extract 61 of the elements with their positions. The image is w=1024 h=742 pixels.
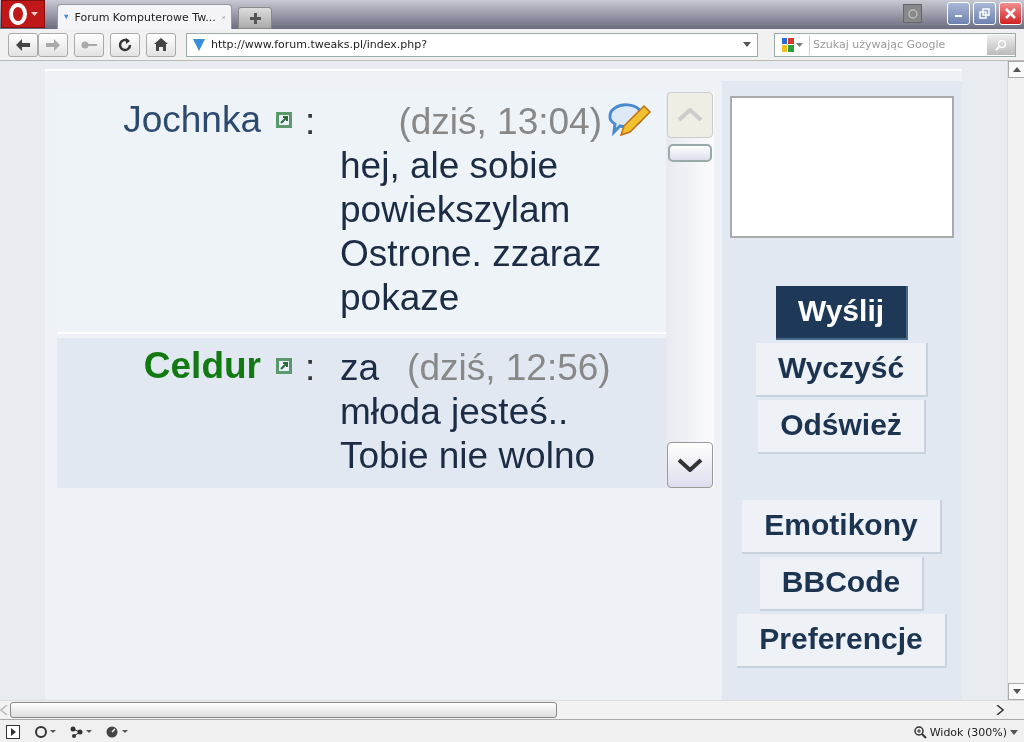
external-link-icon[interactable] — [275, 357, 293, 375]
close-button[interactable] — [999, 2, 1022, 25]
message-time: (dziś, 13:04) — [398, 100, 602, 144]
chevron-up-icon — [1012, 67, 1021, 72]
minimize-button[interactable] — [947, 2, 970, 25]
new-tab-button[interactable] — [238, 7, 272, 29]
network-icon[interactable] — [70, 726, 92, 738]
browser-menu-button[interactable] — [1, 0, 45, 28]
author-name[interactable]: Celdur — [143, 344, 261, 388]
restore-button[interactable] — [973, 2, 996, 25]
browser-tab[interactable]: Forum Komputerowe Tw... — [57, 4, 232, 29]
panel-toggle-icon[interactable] — [6, 725, 20, 739]
chevron-right-icon — [996, 705, 1004, 715]
g-logo-icon — [781, 37, 794, 52]
message-input[interactable] — [730, 96, 954, 238]
back-arrow-icon — [16, 38, 30, 51]
caret-icon — [1010, 729, 1018, 735]
chat-action-button[interactable]: Wyczyść — [755, 343, 929, 397]
zoom-icon — [913, 725, 927, 739]
close-icon — [1005, 8, 1016, 19]
chat-action-button[interactable]: Odśwież — [758, 400, 926, 454]
chat-tool-button[interactable]: Emotikony — [742, 500, 942, 554]
caret-icon — [30, 12, 38, 16]
restore-icon — [979, 8, 990, 19]
colon-separator: : — [304, 100, 317, 144]
reload-button[interactable] — [110, 32, 140, 57]
page-scrollbar[interactable] — [1007, 61, 1024, 700]
message-text: hej, ale sobie powiekszylam Ostrone. zzaraz pokaze — [340, 144, 603, 320]
colon-separator: : — [304, 346, 317, 390]
back-button[interactable] — [8, 32, 38, 57]
chevron-down-icon — [1012, 689, 1021, 694]
forward-arrow-icon — [46, 38, 60, 51]
address-field[interactable]: http://www.forum.tweaks.pl/index.php? — [186, 32, 758, 57]
speedometer-icon[interactable] — [106, 726, 128, 738]
chevron-down-icon — [677, 458, 703, 472]
chat-action-button[interactable]: Wyślij — [775, 286, 909, 340]
message-time: (dziś, 12:56) — [407, 346, 611, 390]
scroll-down-button[interactable] — [667, 442, 713, 488]
chat-tool-button[interactable]: BBCode — [759, 557, 925, 611]
author-name[interactable]: Jochnka — [123, 98, 261, 142]
caret-icon — [795, 42, 803, 47]
trash-button[interactable] — [903, 4, 922, 23]
horizontal-scroll-thumb[interactable] — [10, 702, 557, 718]
scroll-thumb[interactable] — [668, 144, 712, 162]
message-text: młoda jesteś.. Tobie nie wolno — [340, 390, 597, 478]
key-icon — [81, 40, 97, 49]
home-icon — [154, 38, 168, 51]
plus-icon — [249, 12, 261, 24]
dropdown-icon[interactable] — [743, 42, 751, 47]
reload-icon — [118, 37, 132, 52]
message-text: za — [340, 346, 380, 390]
chat-scrollbar[interactable] — [666, 92, 714, 488]
chevron-left-icon — [0, 705, 8, 715]
chevron-up-icon — [677, 108, 703, 122]
search-bar[interactable]: Szukaj używając Google — [774, 32, 1016, 57]
external-link-icon[interactable] — [275, 111, 293, 129]
o-logo-icon — [8, 3, 27, 25]
v-logo-icon — [193, 38, 205, 51]
home-button[interactable] — [146, 32, 176, 57]
zoom-control[interactable]: Widok (300%) — [913, 725, 1018, 739]
chat-tool-button[interactable]: Preferencje — [737, 614, 947, 668]
